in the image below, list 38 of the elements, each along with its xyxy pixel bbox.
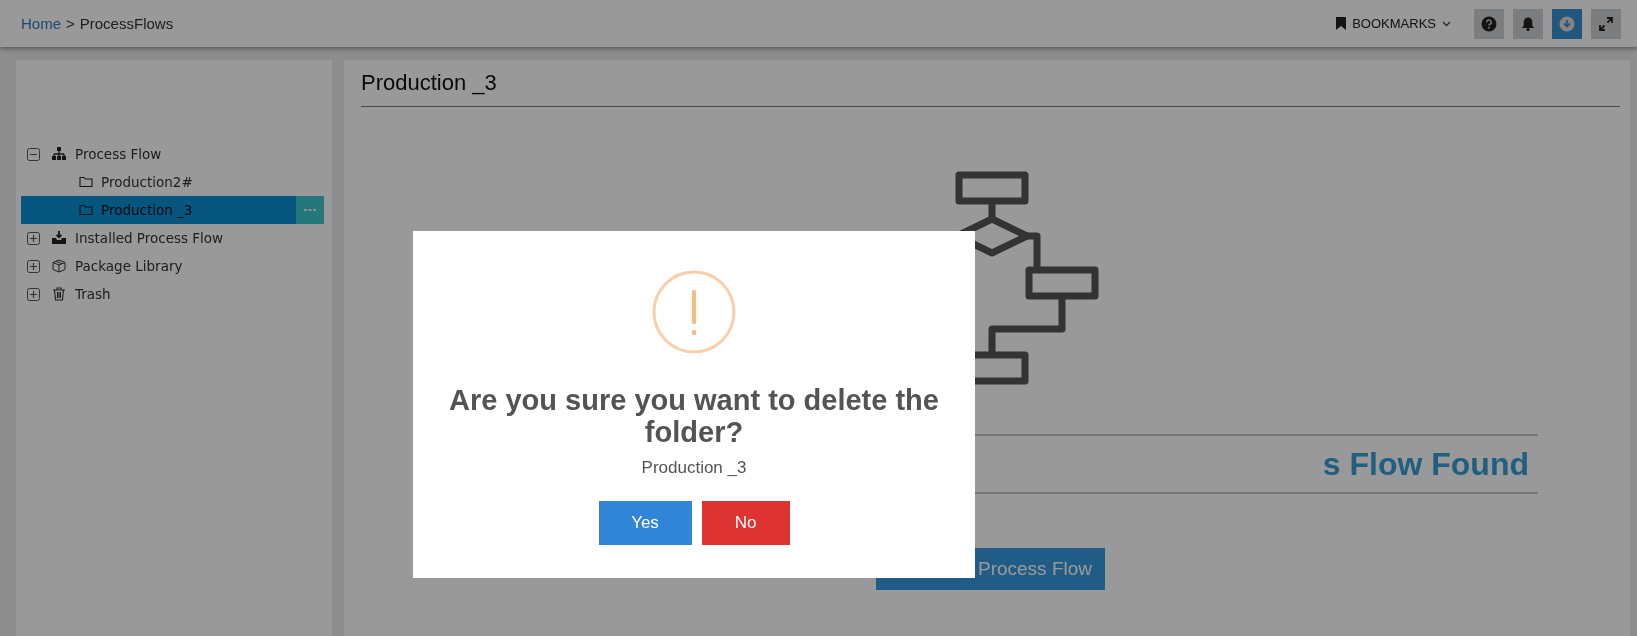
tree-item[interactable]: Package Library bbox=[40, 252, 324, 280]
download-icon bbox=[1559, 15, 1575, 32]
expand-icon[interactable] bbox=[27, 231, 40, 245]
folder-icon bbox=[79, 203, 93, 217]
folder-icon bbox=[79, 175, 93, 189]
bookmarks-dropdown[interactable]: BOOKMARKS bbox=[1336, 16, 1451, 31]
expand-icon[interactable] bbox=[27, 259, 40, 273]
empty-state-heading: s Flow Found bbox=[1322, 445, 1529, 483]
inbox-icon bbox=[52, 231, 66, 245]
package-icon bbox=[52, 259, 66, 273]
collapse-icon[interactable] bbox=[27, 147, 40, 161]
dialog-title: Are you sure you want to delete the folder? bbox=[448, 384, 940, 448]
chevron-down-icon bbox=[1442, 20, 1451, 27]
dialog-subject: Production _3 bbox=[641, 458, 747, 478]
home-link[interactable]: Home bbox=[21, 15, 61, 32]
expand-icon[interactable] bbox=[27, 287, 40, 301]
warning-icon bbox=[652, 270, 736, 354]
expand-icon bbox=[1598, 15, 1614, 32]
ellipsis-icon bbox=[304, 208, 316, 212]
help-icon bbox=[1481, 15, 1497, 32]
no-button[interactable]: No bbox=[701, 501, 790, 545]
toolbar-button[interactable] bbox=[1513, 8, 1543, 39]
tree-item[interactable]: Installed Process Flow bbox=[40, 224, 324, 252]
toolbar-button[interactable] bbox=[1591, 8, 1621, 39]
yes-button[interactable]: Yes bbox=[598, 501, 692, 545]
flowchart-icon bbox=[955, 171, 1100, 386]
bookmark-icon bbox=[1336, 17, 1347, 30]
toolbar-button[interactable] bbox=[1552, 8, 1582, 39]
toolbar-button[interactable] bbox=[1474, 8, 1504, 39]
page-title: Production _3 bbox=[361, 70, 497, 97]
breadcrumb-separator: > bbox=[66, 15, 75, 32]
trash-icon bbox=[52, 287, 66, 301]
breadcrumb-current: ProcessFlows bbox=[79, 15, 174, 32]
bell-icon bbox=[1520, 15, 1536, 32]
tree-item[interactable]: Process Flow bbox=[40, 140, 324, 168]
tree-item[interactable]: Production2# bbox=[21, 168, 324, 196]
hierarchy-icon bbox=[52, 147, 66, 161]
tree-item[interactable]: Trash bbox=[40, 280, 324, 308]
